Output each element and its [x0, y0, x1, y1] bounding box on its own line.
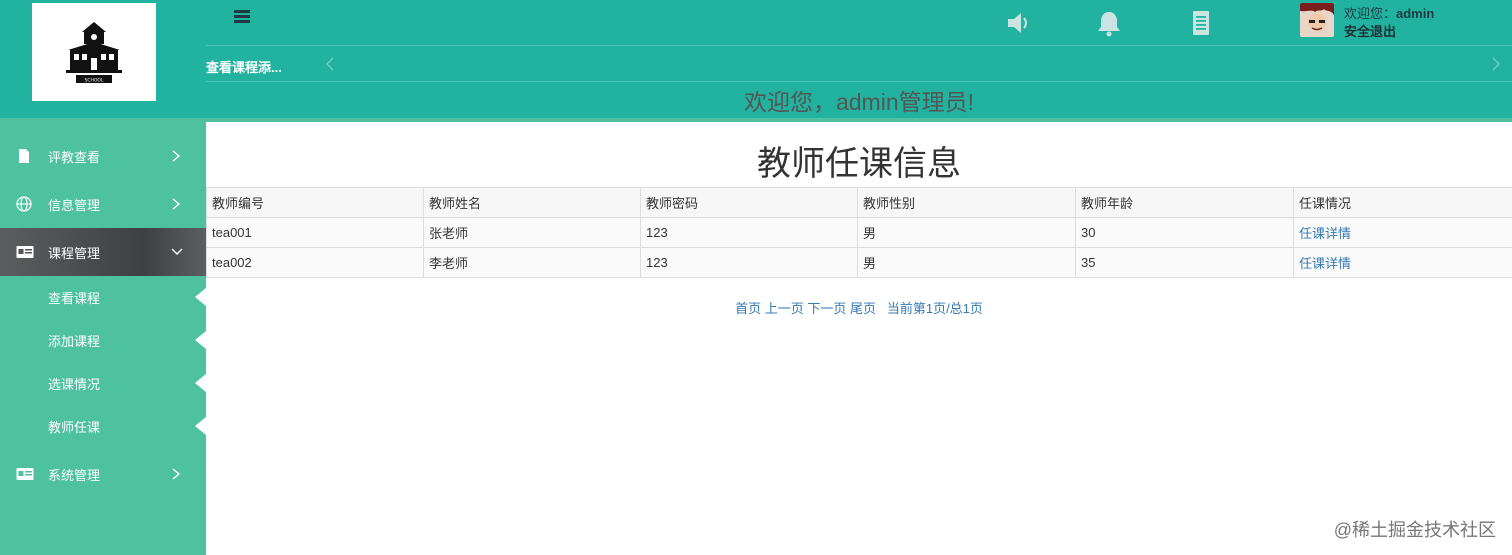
table-cell: 男	[857, 247, 1076, 278]
header-divider	[206, 81, 1512, 82]
header-divider	[206, 45, 1512, 46]
table-cell: tea002	[206, 247, 424, 278]
table-row: tea002 李老师 123 男 35 任课详情	[206, 247, 1512, 278]
sidebar-item-system[interactable]: 系统管理	[0, 450, 206, 498]
username: admin	[1396, 6, 1435, 21]
document-icon[interactable]	[1186, 8, 1216, 38]
chevron-right-icon	[172, 468, 181, 480]
table-cell: 任课详情	[1293, 217, 1512, 248]
column-header: 教师年龄	[1075, 187, 1294, 218]
welcome-user: 欢迎您：admin	[1344, 3, 1434, 22]
sidebar-item-info[interactable]: 信息管理	[0, 180, 206, 228]
chevron-down-icon	[171, 248, 183, 255]
table-header-row: 教师编号 教师姓名 教师密码 教师性别 教师年龄 任课情况	[206, 187, 1512, 218]
submenu-label: 添加课程	[48, 334, 101, 349]
course-detail-link[interactable]: 任课详情	[1299, 256, 1351, 271]
bell-icon[interactable]	[1094, 8, 1124, 38]
user-avatar-icon	[1300, 3, 1334, 37]
submenu-view-course[interactable]: 查看课程	[0, 276, 206, 319]
school-logo: SCHOOL	[32, 3, 156, 101]
content-divider	[206, 118, 1512, 122]
logo-area: SCHOOL	[0, 0, 206, 118]
submenu-label: 选课情况	[48, 377, 101, 392]
submenu-course-selection[interactable]: 选课情况	[0, 362, 206, 405]
sidebar-item-label: 评教查看	[48, 149, 101, 165]
submenu-label: 查看课程	[48, 291, 101, 306]
volume-icon[interactable]	[1004, 8, 1034, 38]
pagination: 首页 上一页 下一页 尾页 当前第1页/总1页	[206, 298, 1512, 317]
sidebar-item-evaluation[interactable]: 评教查看	[0, 132, 206, 180]
sidebar-menu: 评教查看 信息管理 课程管理 查看课程 添加课程 选课情况 教师任课 系统管理	[0, 132, 206, 498]
submenu-notch	[195, 417, 206, 435]
chevron-right-icon	[172, 198, 181, 210]
id-card-icon	[16, 246, 34, 258]
table-cell: 123	[640, 217, 858, 248]
top-header: 欢迎您：admin 安全退出 查看课程添... 欢迎您，admin管理员!	[206, 0, 1512, 120]
watermark: @稀土掘金技术社区	[1333, 520, 1496, 540]
menu-toggle-icon[interactable]	[234, 10, 250, 24]
school-building-icon: SCHOOL	[66, 22, 122, 84]
sidebar-item-course[interactable]: 课程管理	[0, 228, 206, 276]
sidebar-item-label: 系统管理	[48, 467, 101, 483]
tab-view-course[interactable]: 查看课程添...	[206, 57, 282, 76]
column-header: 教师编号	[206, 187, 424, 218]
chevron-right-icon[interactable]	[1490, 55, 1502, 73]
column-header: 教师姓名	[423, 187, 641, 218]
id-card-icon	[16, 468, 34, 480]
table-cell: 30	[1075, 217, 1294, 248]
logout-link[interactable]: 安全退出	[1344, 21, 1396, 40]
table-cell: 123	[640, 247, 858, 278]
sidebar: SCHOOL 评教查看 信息管理 课程管理 查看课程 添加课程 选课情况 教师任…	[0, 0, 206, 555]
sidebar-item-label: 信息管理	[48, 197, 101, 213]
column-header: 任课情况	[1293, 187, 1512, 218]
table-cell: 任课详情	[1293, 247, 1512, 278]
column-header: 教师性别	[857, 187, 1076, 218]
welcome-prefix: 欢迎您：	[1344, 6, 1397, 21]
page-status: 当前第1页/总1页	[886, 301, 983, 316]
welcome-banner: 欢迎您，admin管理员!	[743, 89, 975, 115]
submenu-add-course[interactable]: 添加课程	[0, 319, 206, 362]
submenu-notch	[195, 288, 206, 306]
table-cell: tea001	[206, 217, 424, 248]
next-page-link[interactable]: 下一页	[807, 301, 846, 316]
table-cell: 35	[1075, 247, 1294, 278]
chevron-left-icon[interactable]	[324, 55, 336, 73]
prev-page-link[interactable]: 上一页	[765, 301, 804, 316]
file-icon	[19, 149, 29, 163]
course-submenu: 查看课程 添加课程 选课情况 教师任课	[0, 276, 206, 448]
last-page-link[interactable]: 尾页	[850, 301, 876, 316]
submenu-notch	[195, 374, 206, 392]
submenu-teacher-assignment[interactable]: 教师任课	[0, 405, 206, 448]
avatar[interactable]	[1300, 3, 1334, 37]
sidebar-item-label: 课程管理	[48, 245, 101, 261]
first-page-link[interactable]: 首页	[735, 301, 761, 316]
column-header: 教师密码	[640, 187, 858, 218]
globe-icon	[16, 196, 32, 212]
chevron-right-icon	[172, 150, 181, 162]
table-cell: 李老师	[423, 247, 641, 278]
table-row: tea001 张老师 123 男 30 任课详情	[206, 217, 1512, 248]
page-title: 教师任课信息	[757, 145, 961, 183]
teacher-table: 教师编号 教师姓名 教师密码 教师性别 教师年龄 任课情况 tea001 张老师…	[206, 187, 1512, 278]
course-detail-link[interactable]: 任课详情	[1299, 226, 1351, 241]
submenu-notch	[195, 331, 206, 349]
submenu-label: 教师任课	[48, 420, 101, 435]
table-cell: 男	[857, 217, 1076, 248]
table-cell: 张老师	[423, 217, 641, 248]
svg-text:SCHOOL: SCHOOL	[85, 78, 104, 84]
